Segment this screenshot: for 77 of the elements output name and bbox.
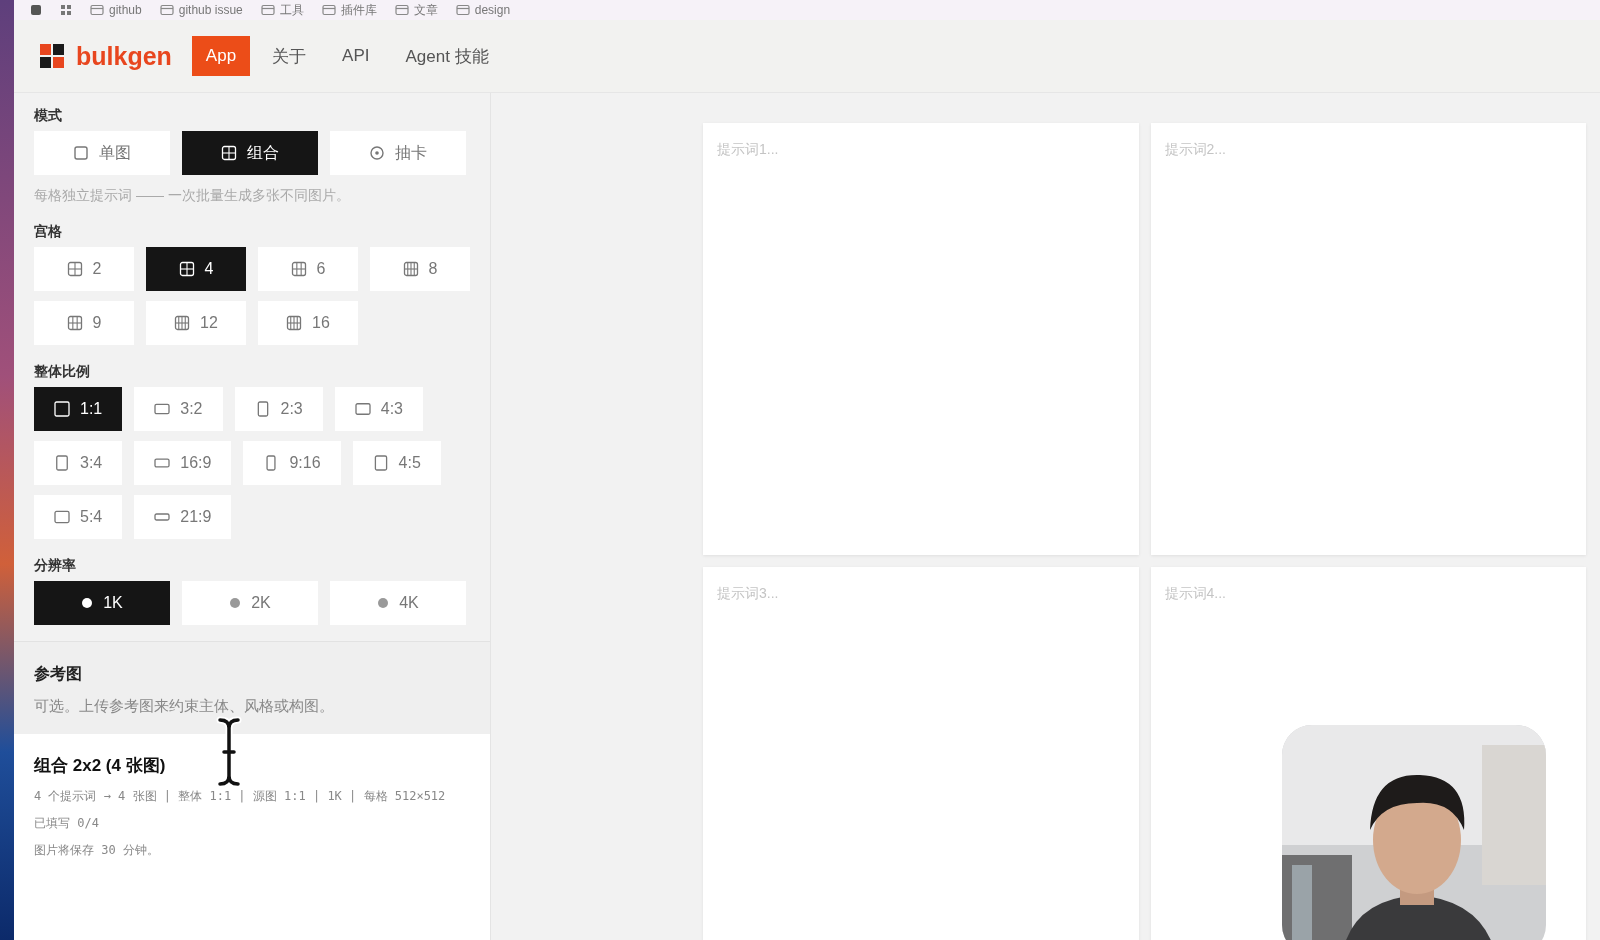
folder-icon (394, 4, 409, 16)
nav-tab[interactable]: Agent 技能 (391, 34, 503, 78)
summary-title: 组合 2x2 (4 张图) (34, 755, 167, 777)
bookmark-link[interactable]: 工具 (279, 1, 304, 19)
prompt-field[interactable]: 提示词2... (1150, 123, 1586, 555)
grid-icon (174, 315, 191, 331)
nav-tab[interactable]: 关于 (258, 34, 321, 78)
grid-icon (178, 261, 195, 277)
folder-icon (321, 4, 336, 16)
dot-icon (229, 597, 242, 609)
grid-icon (290, 261, 307, 277)
summary-text: 已填写 0/4 (34, 815, 100, 833)
option-button[interactable]: 1K (34, 581, 170, 625)
rectangle-icon (372, 455, 389, 471)
prompt-field[interactable]: 提示词1... (703, 123, 1139, 555)
description-text: 每格独立提示词 —— 一次批量生成多张不同图片。 (34, 187, 351, 205)
grid-icon (66, 261, 83, 277)
square-icon (73, 145, 89, 161)
rectangle-icon (154, 455, 171, 471)
option-button[interactable]: 12 (146, 301, 246, 345)
rectangle-icon (54, 455, 70, 471)
dot-icon (377, 597, 390, 609)
grid-icon (66, 315, 83, 331)
folder-icon (260, 4, 275, 16)
section-label: 整体比例 (34, 363, 91, 381)
option-button[interactable]: 4:3 (334, 387, 423, 431)
logo-text: bulkgen (76, 41, 172, 71)
option-button[interactable]: 组合 (182, 131, 318, 175)
nav-tab[interactable]: API (328, 36, 384, 76)
option-button[interactable]: 21:9 (134, 495, 232, 539)
option-button[interactable]: 4K (330, 581, 466, 625)
nav-tab[interactable]: App (191, 36, 251, 76)
option-button[interactable]: 3:4 (34, 441, 123, 485)
option-button[interactable]: 4 (146, 247, 246, 291)
bookmark-link[interactable]: github issue (178, 3, 243, 17)
section-label: 模式 (34, 107, 63, 125)
option-button[interactable]: 抽卡 (330, 131, 466, 175)
rectangle-icon (154, 401, 171, 417)
description-text: 可选。上传参考图来约束主体、风格或构图。 (34, 697, 335, 716)
logo-icon (40, 44, 64, 68)
option-button[interactable]: 单图 (34, 131, 170, 175)
summary-text: 图片将保存 30 分钟。 (34, 842, 160, 860)
option-button[interactable]: 16 (258, 301, 358, 345)
option-button[interactable]: 2K (182, 581, 318, 625)
option-button[interactable]: 3:2 (134, 387, 223, 431)
folder-icon (159, 4, 174, 16)
section-label: 分辨率 (34, 557, 77, 575)
folder-icon (455, 4, 470, 16)
option-button[interactable]: 8 (370, 247, 470, 291)
section-heading: 参考图 (34, 664, 83, 684)
grid-icon (402, 261, 419, 277)
bookmark-link[interactable]: 插件库 (340, 1, 377, 19)
apps-icon (60, 4, 72, 16)
bookmark-link[interactable]: 文章 (413, 1, 438, 19)
grid-icon (221, 145, 237, 161)
summary-text: 4 个提示词 → 4 张图 | 整体 1:1 | 源图 1:1 | 1K | 每格 512×512 (34, 788, 447, 805)
bookmark-link[interactable]: design (474, 3, 511, 17)
option-button[interactable]: 9:16 (243, 441, 341, 485)
circle-icon (369, 145, 385, 161)
rectangle-icon (354, 401, 371, 417)
bookmark-link[interactable]: github (109, 3, 142, 17)
section-label: 宫格 (34, 223, 63, 241)
grid-icon (286, 315, 303, 331)
option-button[interactable]: 2 (34, 247, 134, 291)
option-button[interactable]: 9 (34, 301, 134, 345)
prompt-field[interactable]: 提示词3... (703, 567, 1139, 940)
option-button[interactable]: 4:5 (352, 441, 441, 485)
dot-icon (81, 597, 94, 609)
option-button[interactable]: 5:4 (34, 495, 123, 539)
rectangle-icon (54, 401, 70, 417)
option-button[interactable]: 6 (258, 247, 358, 291)
option-button[interactable]: 16:9 (134, 441, 232, 485)
option-button[interactable]: 1:1 (34, 387, 123, 431)
folder-icon (90, 4, 104, 16)
option-button[interactable]: 2:3 (234, 387, 323, 431)
rectangle-icon (54, 509, 70, 525)
sidebar-icon (30, 4, 42, 16)
